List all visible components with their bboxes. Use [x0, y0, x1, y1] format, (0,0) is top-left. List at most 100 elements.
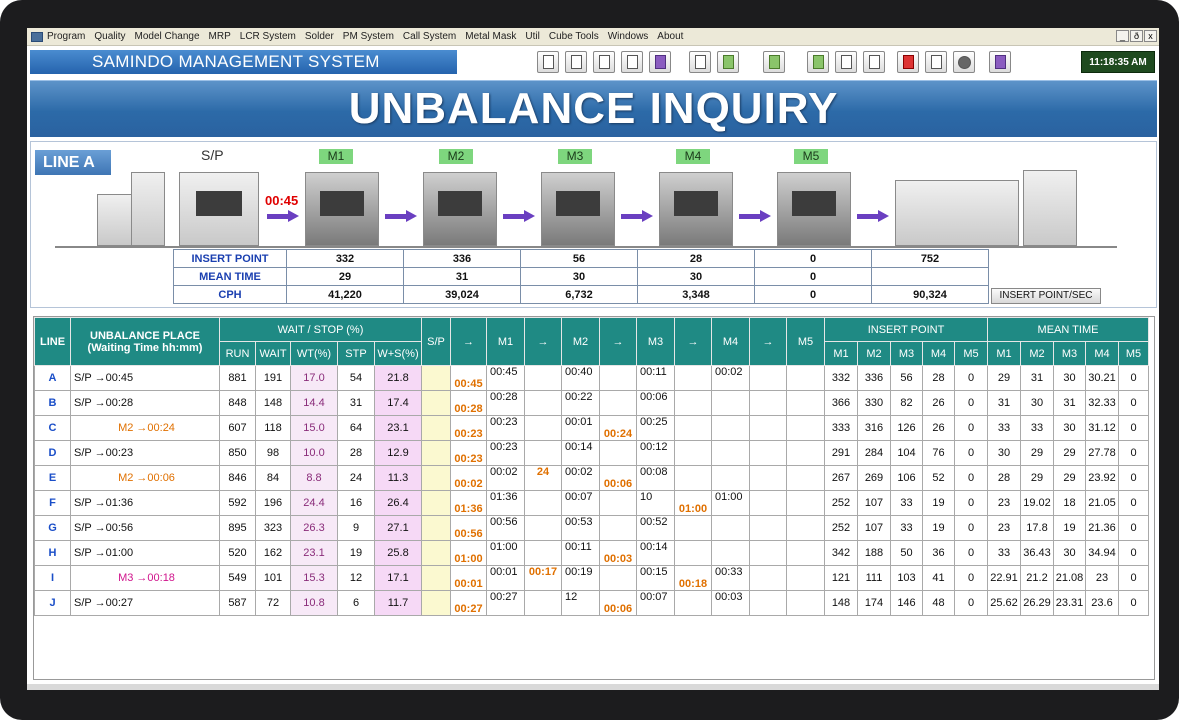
- summary-cell: [871, 267, 989, 286]
- table-row[interactable]: I M3 →00:18 549 101 15.3 12 17.1 00:01 00:01 00:1…: [34, 565, 1149, 591]
- col-insert-point[interactable]: INSERT POINT: [824, 317, 988, 342]
- col-wait[interactable]: WAIT: [255, 341, 291, 366]
- cell-insert-point: 0: [954, 390, 988, 416]
- col-m5[interactable]: M5: [786, 317, 825, 366]
- app-menu-icon[interactable]: [31, 31, 43, 42]
- col-arrow[interactable]: →: [674, 317, 712, 366]
- col-arrow[interactable]: →: [749, 317, 787, 366]
- col-mean-time[interactable]: MEAN TIME: [987, 317, 1149, 342]
- insert-point-sec-button[interactable]: INSERT POINT/SEC: [991, 288, 1101, 304]
- col-run[interactable]: RUN: [219, 341, 256, 366]
- menu-metal-mask[interactable]: Metal Mask: [465, 31, 516, 42]
- cell-wait: 118: [255, 415, 291, 441]
- cell-mean-time: 31: [987, 390, 1021, 416]
- col-unbalance-place[interactable]: UNBALANCE PLACE (Waiting Time hh:mm): [70, 317, 220, 366]
- col-mt-m4[interactable]: M4: [1085, 341, 1119, 366]
- col-ip-m4[interactable]: M4: [922, 341, 955, 366]
- cell-wait-m3: [674, 465, 712, 491]
- search-icon[interactable]: [621, 51, 643, 73]
- menu-mrp[interactable]: MRP: [209, 31, 231, 42]
- save-icon[interactable]: [689, 51, 711, 73]
- cell-wait: 98: [255, 440, 291, 466]
- table-row[interactable]: G S/P →00:56 895 323 26.3 9 27.1 00:56 00:56 00:5…: [34, 515, 1149, 541]
- row-place: S/P →00:27: [70, 590, 220, 616]
- grid-icon[interactable]: [863, 51, 885, 73]
- menu-cube-tools[interactable]: Cube Tools: [549, 31, 599, 42]
- mounter-m1-icon: [305, 172, 379, 246]
- export-icon[interactable]: [763, 51, 785, 73]
- col-ip-m1[interactable]: M1: [824, 341, 858, 366]
- table-row[interactable]: D S/P →00:23 850 98 10.0 28 12.9 00:23 00:23 00:1…: [34, 440, 1149, 466]
- menu-about[interactable]: About: [657, 31, 683, 42]
- summary-cell: 41,220: [286, 285, 404, 304]
- cell-m1: 01:36: [486, 490, 525, 516]
- col-m1[interactable]: M1: [486, 317, 525, 366]
- cell-insert-point: 48: [922, 590, 955, 616]
- cell-wait-sp: 00:28: [450, 390, 487, 416]
- minimize-button[interactable]: _: [1116, 30, 1129, 42]
- cell-insert-point: 174: [857, 590, 891, 616]
- mail-icon[interactable]: [925, 51, 947, 73]
- restore-button[interactable]: ð: [1130, 30, 1143, 42]
- menu-solder[interactable]: Solder: [305, 31, 334, 42]
- col-ip-m5[interactable]: M5: [954, 341, 988, 366]
- col-wt[interactable]: WT(%): [290, 341, 338, 366]
- col-m2[interactable]: M2: [561, 317, 600, 366]
- col-ip-m3[interactable]: M3: [890, 341, 923, 366]
- cell-m3: 10: [636, 490, 675, 516]
- menu-call-system[interactable]: Call System: [403, 31, 456, 42]
- flow-arrow-icon: [385, 210, 417, 222]
- cell-stp: 64: [337, 415, 375, 441]
- col-arrow[interactable]: →: [450, 317, 487, 366]
- delete-icon[interactable]: [593, 51, 615, 73]
- table-row[interactable]: H S/P →01:00 520 162 23.1 19 25.8 01:00 01:00 00:…: [34, 540, 1149, 566]
- cell-sp: [421, 540, 451, 566]
- table-row[interactable]: B S/P →00:28 848 148 14.4 31 17.4 00:28 00:28 00:…: [34, 390, 1149, 416]
- table-row[interactable]: E M2 →00:06 846 84 8.8 24 11.3 00:02 00:02 24 00:0…: [34, 465, 1149, 491]
- exit-icon[interactable]: [989, 51, 1011, 73]
- cell-insert-point: 56: [890, 365, 923, 391]
- col-line[interactable]: LINE: [34, 317, 71, 366]
- menu-lcr-system[interactable]: LCR System: [240, 31, 296, 42]
- col-arrow[interactable]: →: [599, 317, 637, 366]
- cell-wait-sp: 00:56: [450, 515, 487, 541]
- col-m3[interactable]: M3: [636, 317, 675, 366]
- cell-wt: 15.3: [290, 565, 338, 591]
- col-wait-stop[interactable]: WAIT / STOP (%): [219, 317, 422, 342]
- cell-mean-time: 23: [987, 490, 1021, 516]
- new-document-icon[interactable]: [537, 51, 559, 73]
- col-ip-m2[interactable]: M2: [857, 341, 891, 366]
- title-banner: UNBALANCE INQUIRY: [30, 80, 1157, 137]
- help-icon[interactable]: [953, 51, 975, 73]
- menu-program[interactable]: Program: [47, 31, 85, 42]
- col-mt-m2[interactable]: M2: [1020, 341, 1054, 366]
- calculator-icon[interactable]: [835, 51, 857, 73]
- table-row[interactable]: J S/P →00:27 587 72 10.8 6 11.7 00:27 00:27 12 00:…: [34, 590, 1149, 616]
- menu-model-change[interactable]: Model Change: [134, 31, 199, 42]
- col-mt-m1[interactable]: M1: [987, 341, 1021, 366]
- menu-pm-system[interactable]: PM System: [343, 31, 394, 42]
- table-row[interactable]: A S/P →00:45 881 191 17.0 54 21.8 00:45 00:45 00:…: [34, 365, 1149, 391]
- refresh-icon[interactable]: [717, 51, 739, 73]
- cell-insert-point: 330: [857, 390, 891, 416]
- row-place: S/P →01:00: [70, 540, 220, 566]
- table-row[interactable]: C M2 →00:24 607 118 15.0 64 23.1 00:23 00:23 00:0…: [34, 415, 1149, 441]
- edit-icon[interactable]: [565, 51, 587, 73]
- menu-quality[interactable]: Quality: [94, 31, 125, 42]
- print-icon[interactable]: [649, 51, 671, 73]
- col-ws[interactable]: W+S(%): [374, 341, 422, 366]
- menu-util[interactable]: Util: [525, 31, 539, 42]
- mounter-m4-icon: [659, 172, 733, 246]
- table-row[interactable]: F S/P →01:36 592 196 24.4 16 26.4 01:36 01:36 00:…: [34, 490, 1149, 516]
- col-m4[interactable]: M4: [711, 317, 750, 366]
- col-sp[interactable]: S/P: [421, 317, 451, 366]
- col-stp[interactable]: STP: [337, 341, 375, 366]
- col-mt-m5[interactable]: M5: [1118, 341, 1149, 366]
- cell-insert-point: 103: [890, 565, 923, 591]
- flag-icon[interactable]: [897, 51, 919, 73]
- import-icon[interactable]: [807, 51, 829, 73]
- col-arrow[interactable]: →: [524, 317, 562, 366]
- col-mt-m3[interactable]: M3: [1053, 341, 1086, 366]
- menu-windows[interactable]: Windows: [608, 31, 649, 42]
- close-button[interactable]: x: [1144, 30, 1157, 42]
